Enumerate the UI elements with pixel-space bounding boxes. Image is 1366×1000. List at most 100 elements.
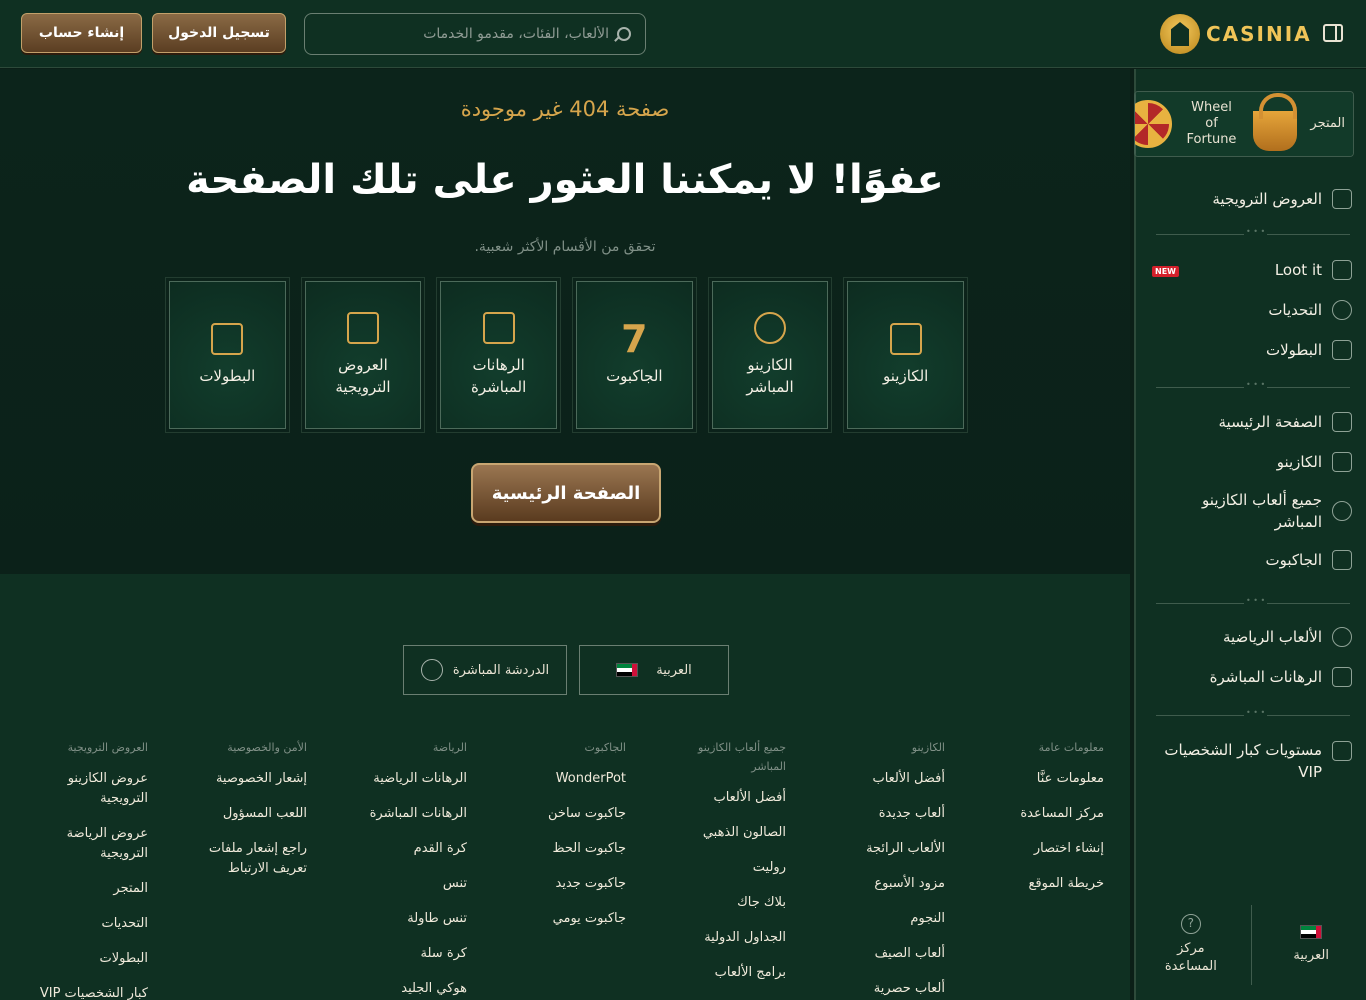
sidebar-language-selector[interactable]: العربية <box>1261 925 1361 965</box>
card-label: البطولات <box>199 367 256 385</box>
footer-link[interactable]: راجع إشعار ملفات تعريف الارتباط <box>177 839 307 879</box>
footer-link[interactable]: بلاك جاك <box>660 893 786 913</box>
footer-link[interactable]: كرة سلة <box>317 944 467 964</box>
error-subtitle: صفحة 404 غير موجودة <box>460 97 670 121</box>
footer-link[interactable]: مركز المساعدة <box>954 804 1104 824</box>
footer-link[interactable]: الألعاب الرائجة <box>795 839 945 859</box>
footer-link[interactable]: برامج الألعاب <box>660 963 786 983</box>
footer-column-casino: الكازينو أفضل الألعاب ألعاب جديدة الألعا… <box>795 738 945 1000</box>
footer-link[interactable]: روليت <box>660 858 786 878</box>
footer-link[interactable]: إنشاء اختصار <box>954 839 1104 859</box>
sidebar-item-label: Loot it <box>1274 261 1322 279</box>
footer-link[interactable]: WonderPot <box>476 769 626 789</box>
footer-link[interactable]: عروض الكازينو الترويجية <box>22 769 148 809</box>
cube-icon <box>1332 260 1352 280</box>
error-title: عفوًا! لا يمكننا العثور على تلك الصفحة <box>186 157 944 203</box>
footer-link[interactable]: ألعاب جديدة <box>795 804 945 824</box>
footer-link[interactable]: ألعاب الصيف <box>795 944 945 964</box>
footer-link[interactable]: خريطة الموقع <box>954 874 1104 894</box>
footer-link[interactable]: الرهانات المباشرة <box>317 804 467 824</box>
card-tournaments[interactable]: البطولات <box>164 277 290 433</box>
live-chat-button[interactable]: الدردشة المباشرة <box>403 645 567 695</box>
footer-link[interactable]: البطولات <box>22 949 148 969</box>
card-jackpot[interactable]: 7 الجاكبوت <box>571 277 697 433</box>
live-bet-icon <box>482 312 515 344</box>
search-bar[interactable] <box>304 13 646 55</box>
footer-link[interactable]: أفضل الألعاب <box>795 769 945 789</box>
footer-link[interactable]: كبار الشخصيات VIP <box>22 984 148 1000</box>
uae-flag-icon <box>1300 925 1323 939</box>
sidebar-item-challenges[interactable]: التحديات <box>1156 290 1352 330</box>
footer-link[interactable]: إشعار الخصوصية <box>177 769 307 789</box>
footer-language-label: العربية <box>656 662 692 678</box>
sidebar-item-vip[interactable]: مستويات كبار الشخصيات VIP <box>1156 737 1352 785</box>
footer-link[interactable]: هوكي الجليد <box>317 979 467 999</box>
sidebar-help-center[interactable]: ? مركز المساعدة <box>1141 914 1241 976</box>
footer-link[interactable]: ألعاب حصرية <box>795 979 945 999</box>
card-casino[interactable]: الكازينو <box>843 277 968 433</box>
home-page-button[interactable]: الصفحة الرئيسية <box>471 463 661 523</box>
footer-link[interactable]: أفضل الألعاب <box>660 788 786 808</box>
right-sidebar: المتجر Wheel of Fortune العروض الترويجية… <box>1134 69 1366 1000</box>
bell-icon <box>1332 300 1352 320</box>
crown-icon <box>1332 741 1352 761</box>
footer-link[interactable]: الجداول الدولية <box>660 928 786 948</box>
footer: العربية الدردشة المباشرة معلومات عامة مع… <box>0 574 1130 1000</box>
sidebar-item-casino[interactable]: الكازينو <box>1156 442 1352 482</box>
sidebar-item-loot-it[interactable]: Loot it <box>1156 250 1352 290</box>
footer-link[interactable]: مزود الأسبوع <box>795 874 945 894</box>
uae-flag-icon <box>616 663 639 677</box>
sidebar-divider <box>1156 596 1350 605</box>
error-hint: تحقق من الأقسام الأكثر شعبية. <box>474 239 656 255</box>
footer-link[interactable]: الصالون الذهبي <box>660 823 786 843</box>
sidebar-item-promotions[interactable]: العروض الترويجية <box>1156 179 1352 219</box>
card-live-casino[interactable]: الكازينو المباشر <box>707 277 833 433</box>
footer-link[interactable]: المتجر <box>22 879 148 899</box>
footer-link[interactable]: جاكبوت الحظ <box>476 839 627 859</box>
sidebar-toggle-icon[interactable] <box>1323 24 1343 42</box>
sidebar-item-label: العروض الترويجية <box>1212 190 1322 208</box>
wheel-of-fortune-tile[interactable]: Wheel of Fortune <box>1135 92 1245 156</box>
search-input[interactable] <box>319 26 609 42</box>
footer-link[interactable]: جاكبوت ساخن <box>476 804 626 824</box>
logo-text: CASINIA <box>1206 22 1312 46</box>
sidebar-item-sports[interactable]: الألعاب الرياضية <box>1156 617 1352 657</box>
footer-link[interactable]: تنس طاولة <box>317 909 467 929</box>
sidebar-group-games: Loot it التحديات البطولات <box>1156 250 1352 370</box>
card-promotions[interactable]: العروض الترويجية <box>300 277 426 433</box>
sidebar-item-tournaments[interactable]: البطولات <box>1156 330 1352 370</box>
shop-tile[interactable]: المتجر <box>1244 92 1353 156</box>
footer-link[interactable]: معلومات عنَّا <box>954 769 1104 789</box>
chip-icon <box>754 312 786 344</box>
footer-link[interactable]: النجوم <box>795 909 945 929</box>
footer-column-title: معلومات عامة <box>1038 741 1104 754</box>
casinia-logo[interactable]: CASINIA <box>1160 12 1312 56</box>
footer-link[interactable]: التحديات <box>22 914 148 934</box>
footer-column-promotions: العروض الترويجية عروض الكازينو الترويجية… <box>22 738 148 1000</box>
footer-link[interactable]: عروض الرياضة الترويجية <box>22 824 148 864</box>
casino-icon <box>1332 452 1352 472</box>
footer-link[interactable]: كرة القدم <box>317 839 467 859</box>
footer-link[interactable]: جاكبوت جديد <box>476 874 627 894</box>
sidebar-group-vip: مستويات كبار الشخصيات VIP <box>1156 737 1352 785</box>
chat-label: الدردشة المباشرة <box>452 662 550 678</box>
footer-link[interactable]: الرهانات الرياضية <box>317 769 467 789</box>
signup-button[interactable]: إنشاء حساب <box>21 13 142 53</box>
footer-link[interactable]: تنس <box>317 874 467 894</box>
footer-language-selector[interactable]: العربية <box>579 645 729 695</box>
card-live-bets[interactable]: الرهانات المباشرة <box>436 277 561 433</box>
footer-column-title: الأمن والخصوصية <box>227 741 307 754</box>
sidebar-item-home[interactable]: الصفحة الرئيسية <box>1156 402 1352 442</box>
footer-link[interactable]: اللعب المسؤول <box>177 804 307 824</box>
card-label: الجاكبوت <box>606 367 663 385</box>
sidebar-item-live-bets[interactable]: الرهانات المباشرة <box>1156 657 1352 697</box>
sidebar-item-jackpot[interactable]: الجاكبوت <box>1156 540 1352 580</box>
login-button[interactable]: تسجيل الدخول <box>152 13 286 53</box>
castle-logo-icon <box>1160 14 1200 54</box>
chat-bubble-icon <box>420 659 443 681</box>
sidebar-item-live-casino[interactable]: جميع ألعاب الكازينو المباشر <box>1156 482 1352 540</box>
live-bet-icon <box>1332 667 1352 687</box>
popular-sections: الكازينو الكازينو المباشر 7 الجاكبوت الر… <box>164 277 968 433</box>
casino-icon <box>889 323 922 355</box>
footer-link[interactable]: جاكبوت يومي <box>476 909 626 929</box>
